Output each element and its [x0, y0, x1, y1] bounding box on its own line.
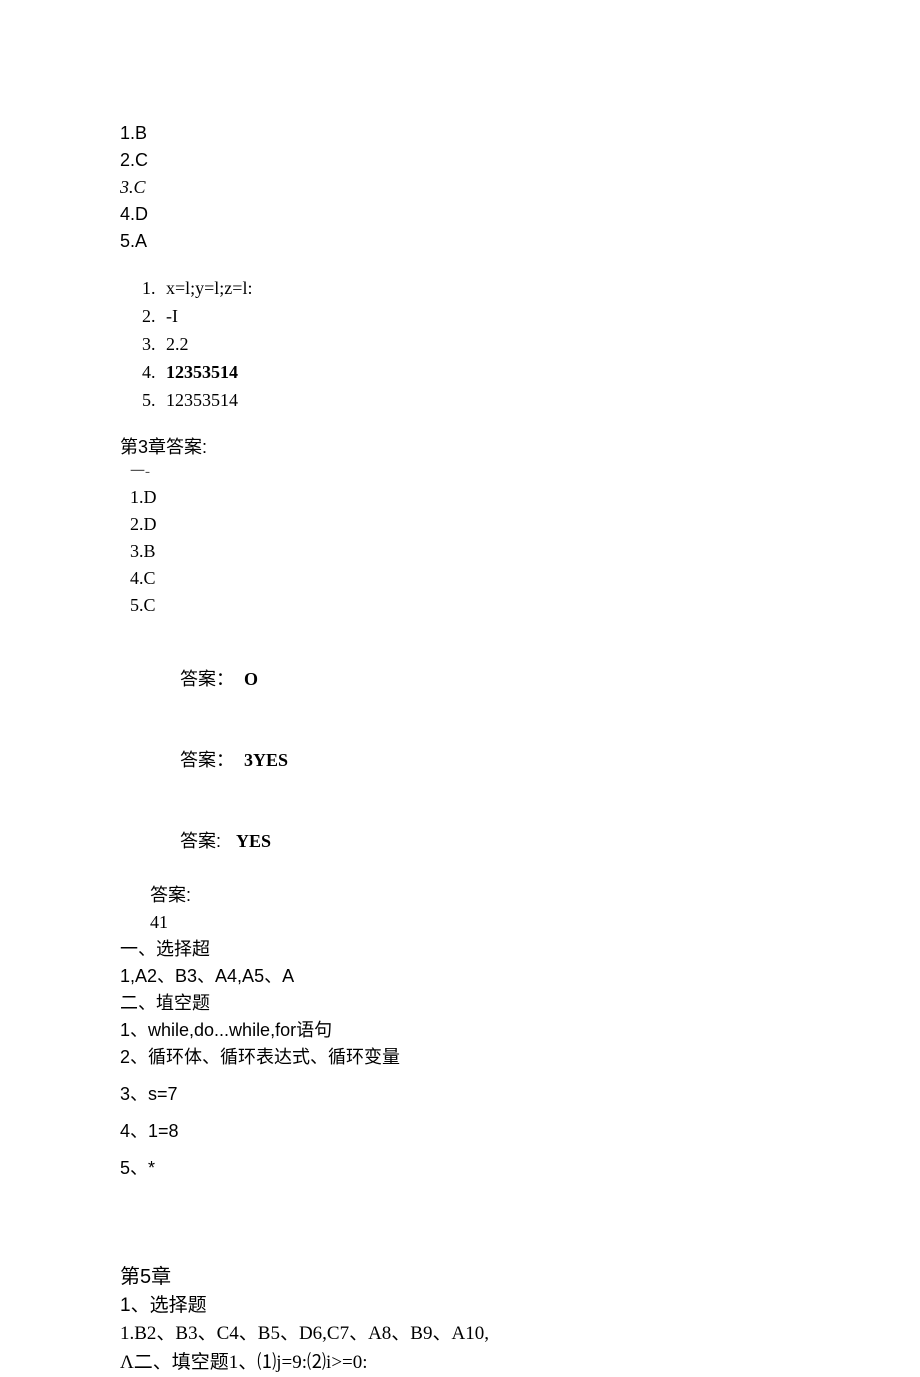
dash-line: 一-: [120, 461, 800, 484]
answer-line: 1.B: [120, 120, 800, 147]
answer-value: YES: [236, 831, 271, 851]
fill-line: 1、while,do...while,for语句: [120, 1017, 800, 1044]
list-text: x=l;y=l;z=l:: [166, 278, 252, 298]
choice-answers: 1,A2、B3、A4,A5、A: [120, 963, 800, 990]
answer-line: 5.A: [120, 228, 800, 255]
numbered-list: x=l;y=l;z=l: -I 2.2 12353514 12353514: [120, 275, 800, 414]
list-text: -I: [166, 306, 178, 326]
answer-label: 答案：: [180, 669, 234, 689]
answer-line: 2.D: [130, 511, 800, 538]
fill-line: 2、循环体、循环表达式、循环变量: [120, 1044, 800, 1071]
list-text: 2.2: [166, 334, 189, 354]
answer-label: 答案:: [180, 831, 221, 851]
answer-line: 4.D: [120, 201, 800, 228]
list-item: 12353514: [160, 359, 800, 387]
answer-value: 3YES: [244, 750, 288, 770]
list-item: 12353514: [160, 387, 800, 415]
answer-row: 答案： 3YES: [150, 720, 800, 801]
answer-row: 答案:: [150, 882, 800, 909]
answer-value: 41: [150, 909, 800, 936]
answer-line: 5.C: [130, 592, 800, 619]
answer-block: 答案： O 答案： 3YES 答案: YES 答案: 41: [120, 639, 800, 936]
fill-line: 3、s=7: [120, 1081, 800, 1108]
answer-label: 答案：: [180, 750, 234, 770]
list-item: x=l;y=l;z=l:: [160, 275, 800, 303]
ch5-fill: Λ二、填空题1、⑴j=9:⑵i>=0:: [120, 1349, 800, 1377]
document-page: 1.B 2.C 3.C 4.D 5.A x=l;y=l;z=l: -I 2.2 …: [0, 0, 920, 1377]
answer-line: 3.B: [130, 538, 800, 565]
list-item: 2.2: [160, 331, 800, 359]
section-choice-title: 一、选择超: [120, 936, 800, 963]
answer-row: 答案： O: [150, 639, 800, 720]
section-fill-title: 二、埴空题: [120, 990, 800, 1017]
list-item: -I: [160, 303, 800, 331]
answer-line: 2.C: [120, 147, 800, 174]
ch5-section: 1、选择题: [120, 1292, 800, 1321]
answer-line: 3.C: [120, 174, 800, 201]
list-text: 12353514: [166, 390, 238, 410]
ch5-choice-answers: 1.B2、B3、C4、B5、D6,C7、A8、B9、A10,: [120, 1320, 800, 1349]
list-text: 12353514: [166, 362, 238, 382]
fill-line: 4、1=8: [120, 1118, 800, 1145]
chapter3-title: 第3章答案:: [120, 434, 800, 461]
answer-row: 答案: YES: [150, 801, 800, 882]
answer-line: 4.C: [130, 565, 800, 592]
answer-value: O: [244, 669, 258, 689]
answer-line: 1.D: [130, 484, 800, 511]
chapter5-title: 第5章: [120, 1262, 800, 1292]
chapter3-answers: 1.D 2.D 3.B 4.C 5.C: [120, 484, 800, 619]
block-letter-answers: 1.B 2.C 3.C 4.D 5.A: [120, 120, 800, 255]
fill-line: 5、*: [120, 1155, 800, 1182]
